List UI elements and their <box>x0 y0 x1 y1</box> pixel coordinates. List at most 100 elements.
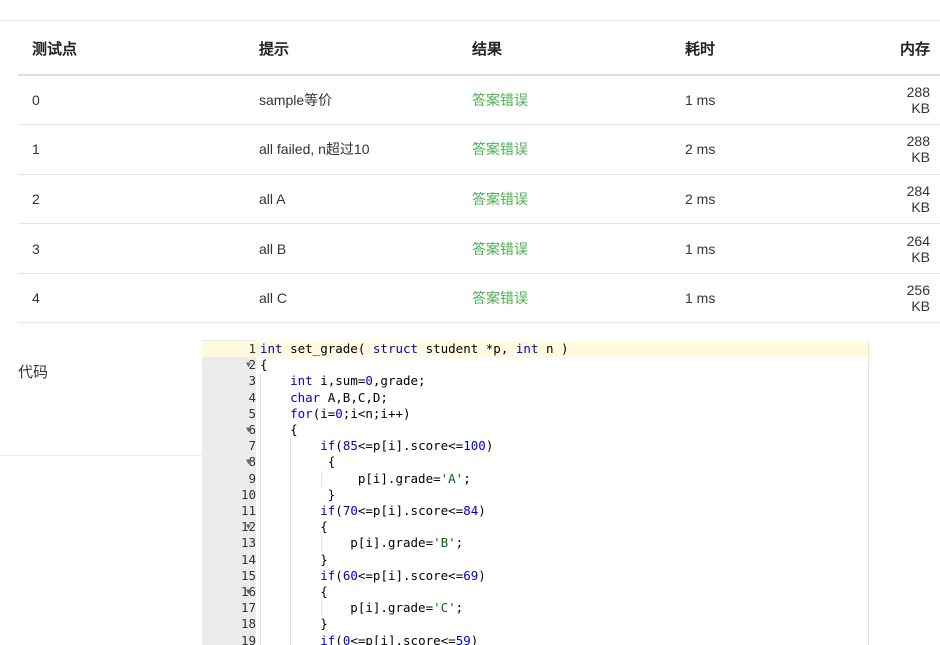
cell-case: 3 <box>32 240 40 257</box>
cell-memory: 264 KB <box>906 232 930 265</box>
code-text: char A,B,C,D; <box>290 389 388 405</box>
cell-hint: all failed, n超过10 <box>259 141 370 158</box>
table-row: 3 all B 答案错误 1 ms 264 KB <box>18 224 940 274</box>
code-line[interactable]: 9 p[i].grade='A'; <box>202 471 868 487</box>
code-line[interactable]: 4 char A,B,C,D; <box>202 390 868 406</box>
cell-case: 0 <box>32 92 40 109</box>
table-header-row: 测试点 提示 结果 耗时 内存 <box>18 22 940 75</box>
code-text: } <box>260 486 336 502</box>
fold-toggle-icon[interactable]: ▼ <box>246 454 251 470</box>
cell-memory: 284 KB <box>906 182 930 215</box>
cell-hint: all A <box>259 190 286 207</box>
code-text: { <box>260 357 268 373</box>
code-editor[interactable]: 1 int set_grade( struct student *p, int n… <box>202 340 869 645</box>
cell-case: 1 <box>32 141 40 158</box>
cell-result: 答案错误 <box>472 290 528 307</box>
line-number: 19 <box>240 632 256 645</box>
cell-result: 答案错误 <box>472 190 528 207</box>
cell-result: 答案错误 <box>472 240 528 257</box>
cell-memory: 288 KB <box>906 84 930 117</box>
code-text: } <box>260 616 328 632</box>
cell-time: 1 ms <box>685 240 716 257</box>
code-text: { <box>260 422 298 437</box>
line-number: 13 <box>240 535 256 551</box>
code-line[interactable]: 2 ▼{ <box>202 357 868 373</box>
indent-guide <box>320 535 322 552</box>
fold-toggle-icon[interactable]: ▼ <box>246 357 251 373</box>
code-line[interactable]: 7 if(85<=p[i].score<=100) <box>202 438 868 454</box>
indent-guide <box>320 600 322 617</box>
table-row: 0 sample等价 答案错误 1 ms 288 KB <box>18 75 940 125</box>
code-text: for(i=0;i<n;i++) <box>290 405 411 421</box>
code-line[interactable]: 10 } <box>202 487 868 503</box>
line-number: 4 <box>248 389 256 405</box>
code-line[interactable]: 12 ▼ { <box>202 519 868 535</box>
cell-time: 1 ms <box>685 92 716 109</box>
cell-memory: 288 KB <box>906 133 930 166</box>
code-text: if(60<=p[i].score<=69) <box>320 567 486 583</box>
code-line[interactable]: 14 } <box>202 552 868 568</box>
line-number: 3 <box>248 373 256 389</box>
cell-memory: 256 KB <box>906 282 930 315</box>
line-number: 18 <box>240 616 256 632</box>
line-number: 17 <box>240 600 256 616</box>
code-line[interactable]: 18 } <box>202 616 868 632</box>
code-text: if(70<=p[i].score<=84) <box>320 503 486 518</box>
indent-guide <box>290 438 292 645</box>
code-text: { <box>260 584 328 599</box>
code-line[interactable]: 11 if(70<=p[i].score<=84) <box>202 503 868 519</box>
line-number: 14 <box>240 551 256 567</box>
section-divider <box>0 455 202 456</box>
code-line[interactable]: 5 for(i=0;i<n;i++) <box>202 406 868 422</box>
header-time: 耗时 <box>685 40 716 58</box>
test-results-table: 测试点 提示 结果 耗时 内存 0 sample等价 答案错误 1 ms 288… <box>18 22 940 323</box>
header-memory: 内存 <box>899 40 930 58</box>
cell-hint: sample等价 <box>259 92 333 109</box>
line-number: 7 <box>248 438 256 454</box>
code-text: if(85<=p[i].score<=100) <box>320 438 494 454</box>
code-text: } <box>260 551 328 567</box>
code-line[interactable]: 16 ▼ { <box>202 584 868 600</box>
cell-time: 1 ms <box>685 290 716 307</box>
code-text: if(0<=p[i].score<=59) <box>320 632 479 645</box>
indent-guide <box>320 470 322 487</box>
code-label: 代码 <box>18 364 49 381</box>
cell-case: 2 <box>32 190 40 207</box>
cell-result: 答案错误 <box>472 92 528 109</box>
cell-time: 2 ms <box>685 190 716 207</box>
code-line[interactable]: 15 if(60<=p[i].score<=69) <box>202 568 868 584</box>
line-number: 11 <box>240 503 256 518</box>
code-line[interactable]: 3 int i,sum=0,grade; <box>202 373 868 389</box>
line-number: 9 <box>248 470 256 486</box>
cell-case: 4 <box>32 290 40 307</box>
fold-toggle-icon[interactable]: ▼ <box>246 519 251 535</box>
header-result: 结果 <box>472 40 503 58</box>
line-number: 10 <box>240 486 256 502</box>
code-text: p[i].grade='A'; <box>260 470 471 486</box>
header-hint: 提示 <box>259 40 290 58</box>
code-line[interactable]: 8 ▼ { <box>202 454 868 470</box>
cell-result: 答案错误 <box>472 141 528 158</box>
indent-guide <box>260 373 261 645</box>
code-line[interactable]: 6 ▼ { <box>202 422 868 438</box>
line-number: 15 <box>240 567 256 583</box>
code-line[interactable]: 19 if(0<=p[i].score<=59) <box>202 633 868 645</box>
code-text: int set_grade( struct student *p, int n … <box>260 341 569 356</box>
fold-toggle-icon[interactable]: ▼ <box>246 584 251 600</box>
code-line[interactable]: 1 int set_grade( struct student *p, int n… <box>202 341 868 358</box>
code-line[interactable]: 17 p[i].grade='C'; <box>202 600 868 616</box>
code-line[interactable]: 13 p[i].grade='B'; <box>202 535 868 551</box>
previous-row-clipped <box>0 0 940 21</box>
fold-toggle-icon[interactable]: ▼ <box>246 422 251 438</box>
cell-hint: all C <box>259 290 288 307</box>
code-text: int i,sum=0,grade; <box>290 373 426 389</box>
header-case: 测试点 <box>32 40 78 58</box>
table-row: 1 all failed, n超过10 答案错误 2 ms 288 KB <box>18 125 940 175</box>
table-row: 2 all A 答案错误 2 ms 284 KB <box>18 174 940 224</box>
code-text: { <box>260 519 328 535</box>
cell-hint: all B <box>259 240 287 257</box>
code-text: { <box>260 454 336 470</box>
line-number: 5 <box>248 405 256 421</box>
line-number: 1 <box>248 341 256 356</box>
table-row: 4 all C 答案错误 1 ms 256 KB <box>18 273 940 323</box>
